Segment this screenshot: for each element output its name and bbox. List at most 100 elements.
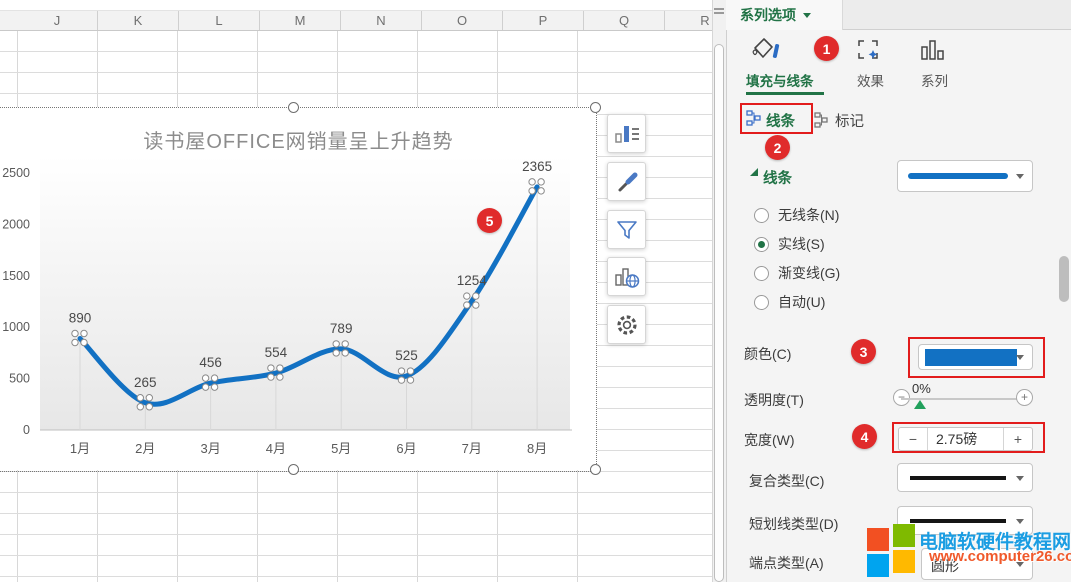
data-point-handle[interactable] — [473, 293, 479, 299]
data-point-handle[interactable] — [137, 395, 143, 401]
data-point-handle[interactable] — [529, 179, 535, 185]
data-point-handle[interactable] — [268, 365, 274, 371]
subtab-marker-label[interactable]: 标记 — [835, 110, 864, 131]
tab-fill-line-label[interactable]: 填充与线条 — [746, 70, 814, 90]
svg-text:5月: 5月 — [331, 441, 351, 456]
column-header[interactable]: O — [422, 11, 503, 30]
subtab-line-label[interactable]: 线条 — [766, 110, 795, 131]
radio-icon[interactable] — [754, 295, 769, 310]
column-header[interactable]: K — [98, 11, 179, 30]
data-point-handle[interactable] — [538, 179, 544, 185]
data-point-handle[interactable] — [529, 188, 535, 194]
radio-icon[interactable] — [754, 266, 769, 281]
data-point-handle[interactable] — [81, 339, 87, 345]
data-point-handle[interactable] — [407, 377, 413, 383]
active-tab-underline — [746, 92, 824, 95]
column-header[interactable]: M — [260, 11, 341, 30]
data-point-handle[interactable] — [146, 395, 152, 401]
line-chart[interactable]: 050010001500200025001月2月3月4月5月6月7月8月8902… — [0, 107, 597, 470]
radio-icon[interactable] — [754, 208, 769, 223]
color-label: 颜色(C) — [744, 344, 791, 364]
data-point-handle[interactable] — [277, 365, 283, 371]
radio-gradient-line[interactable]: 渐变线(G) — [754, 264, 840, 282]
color-swatch — [925, 349, 1017, 366]
data-point-handle[interactable] — [72, 330, 78, 336]
step-badge-5: 5 — [477, 208, 502, 233]
chart-filters-button[interactable] — [607, 210, 646, 249]
collapse-wedge-icon[interactable] — [750, 168, 758, 176]
series-options-dropdown[interactable]: 系列选项 — [726, 0, 843, 30]
data-point-handle[interactable] — [72, 339, 78, 345]
data-point-handle[interactable] — [211, 384, 217, 390]
move-chart-button[interactable] — [607, 257, 646, 296]
data-point-handle[interactable] — [342, 341, 348, 347]
color-dropdown[interactable] — [918, 344, 1033, 370]
column-header[interactable]: N — [341, 11, 422, 30]
data-point-handle[interactable] — [81, 330, 87, 336]
subtab-line[interactable] — [746, 110, 762, 132]
column-header[interactable]: R — [665, 11, 712, 30]
radio-solid-line[interactable]: 实线(S) — [754, 235, 825, 253]
column-header[interactable]: L — [179, 11, 260, 30]
width-stepper[interactable]: − 2.75磅 + — [898, 427, 1033, 451]
radio-no-line[interactable]: 无线条(N) — [754, 206, 839, 224]
data-label: 2365 — [522, 159, 552, 174]
dash-type-label: 短划线类型(D) — [749, 514, 838, 534]
data-point-handle[interactable] — [407, 368, 413, 374]
radio-automatic[interactable]: 自动(U) — [754, 293, 825, 311]
scrollbar-split-handle[interactable] — [714, 6, 724, 16]
data-point-handle[interactable] — [464, 293, 470, 299]
data-point-handle[interactable] — [202, 384, 208, 390]
pane-scrollbar-thumb[interactable] — [1059, 256, 1069, 302]
chart-area[interactable]: 050010001500200025001月2月3月4月5月6月7月8月8902… — [0, 107, 597, 470]
data-label: 456 — [199, 355, 222, 370]
data-point-handle[interactable] — [398, 368, 404, 374]
line-section-title: 线条 — [763, 167, 792, 188]
data-point-handle[interactable] — [398, 377, 404, 383]
data-point-handle[interactable] — [268, 374, 274, 380]
data-point-handle[interactable] — [464, 302, 470, 308]
data-point-handle[interactable] — [211, 375, 217, 381]
data-point-handle[interactable] — [202, 375, 208, 381]
line-preview-swatch — [908, 173, 1008, 179]
dash-line-swatch — [910, 519, 1006, 523]
width-plus-button[interactable]: + — [1003, 428, 1032, 450]
resize-handle-top[interactable] — [288, 102, 299, 113]
cap-type-value: 圆形 — [931, 556, 959, 576]
column-header[interactable]: J — [17, 11, 98, 30]
chart-elements-button[interactable] — [607, 114, 646, 153]
data-point-handle[interactable] — [137, 404, 143, 410]
cap-type-dropdown[interactable]: 圆形 — [921, 548, 1033, 580]
compound-type-dropdown[interactable] — [897, 463, 1033, 492]
width-value[interactable]: 2.75磅 — [928, 428, 1003, 450]
tab-series-label[interactable]: 系列 — [921, 70, 948, 90]
tab-effects[interactable] — [856, 38, 884, 67]
chart-styles-button[interactable] — [607, 162, 646, 201]
sheet-scrollbar-thumb[interactable] — [714, 44, 724, 582]
data-point-handle[interactable] — [342, 350, 348, 356]
line-preview-dropdown[interactable] — [897, 160, 1033, 192]
data-point-handle[interactable] — [277, 374, 283, 380]
column-header[interactable]: Q — [584, 11, 665, 30]
radio-automatic-label: 自动(U) — [778, 292, 825, 312]
data-point-handle[interactable] — [538, 188, 544, 194]
radio-icon[interactable] — [754, 237, 769, 252]
resize-handle-bottom-right[interactable] — [590, 464, 601, 475]
resize-handle-top-right[interactable] — [590, 102, 601, 113]
svg-text:6月: 6月 — [396, 441, 416, 456]
data-point-handle[interactable] — [473, 302, 479, 308]
tab-fill-line[interactable] — [748, 36, 780, 69]
width-minus-button[interactable]: − — [899, 428, 928, 450]
resize-handle-bottom[interactable] — [288, 464, 299, 475]
tab-series[interactable] — [920, 38, 948, 67]
slider-thumb-icon[interactable] — [914, 400, 926, 409]
transparency-plus-button[interactable]: + — [1016, 389, 1033, 406]
data-point-handle[interactable] — [333, 350, 339, 356]
data-point-handle[interactable] — [146, 404, 152, 410]
column-header[interactable]: P — [503, 11, 584, 30]
chart-settings-button[interactable] — [607, 305, 646, 344]
marker-org-icon[interactable] — [814, 112, 829, 133]
dash-type-dropdown[interactable] — [897, 506, 1033, 535]
tab-effects-label[interactable]: 效果 — [857, 70, 884, 90]
data-point-handle[interactable] — [333, 341, 339, 347]
